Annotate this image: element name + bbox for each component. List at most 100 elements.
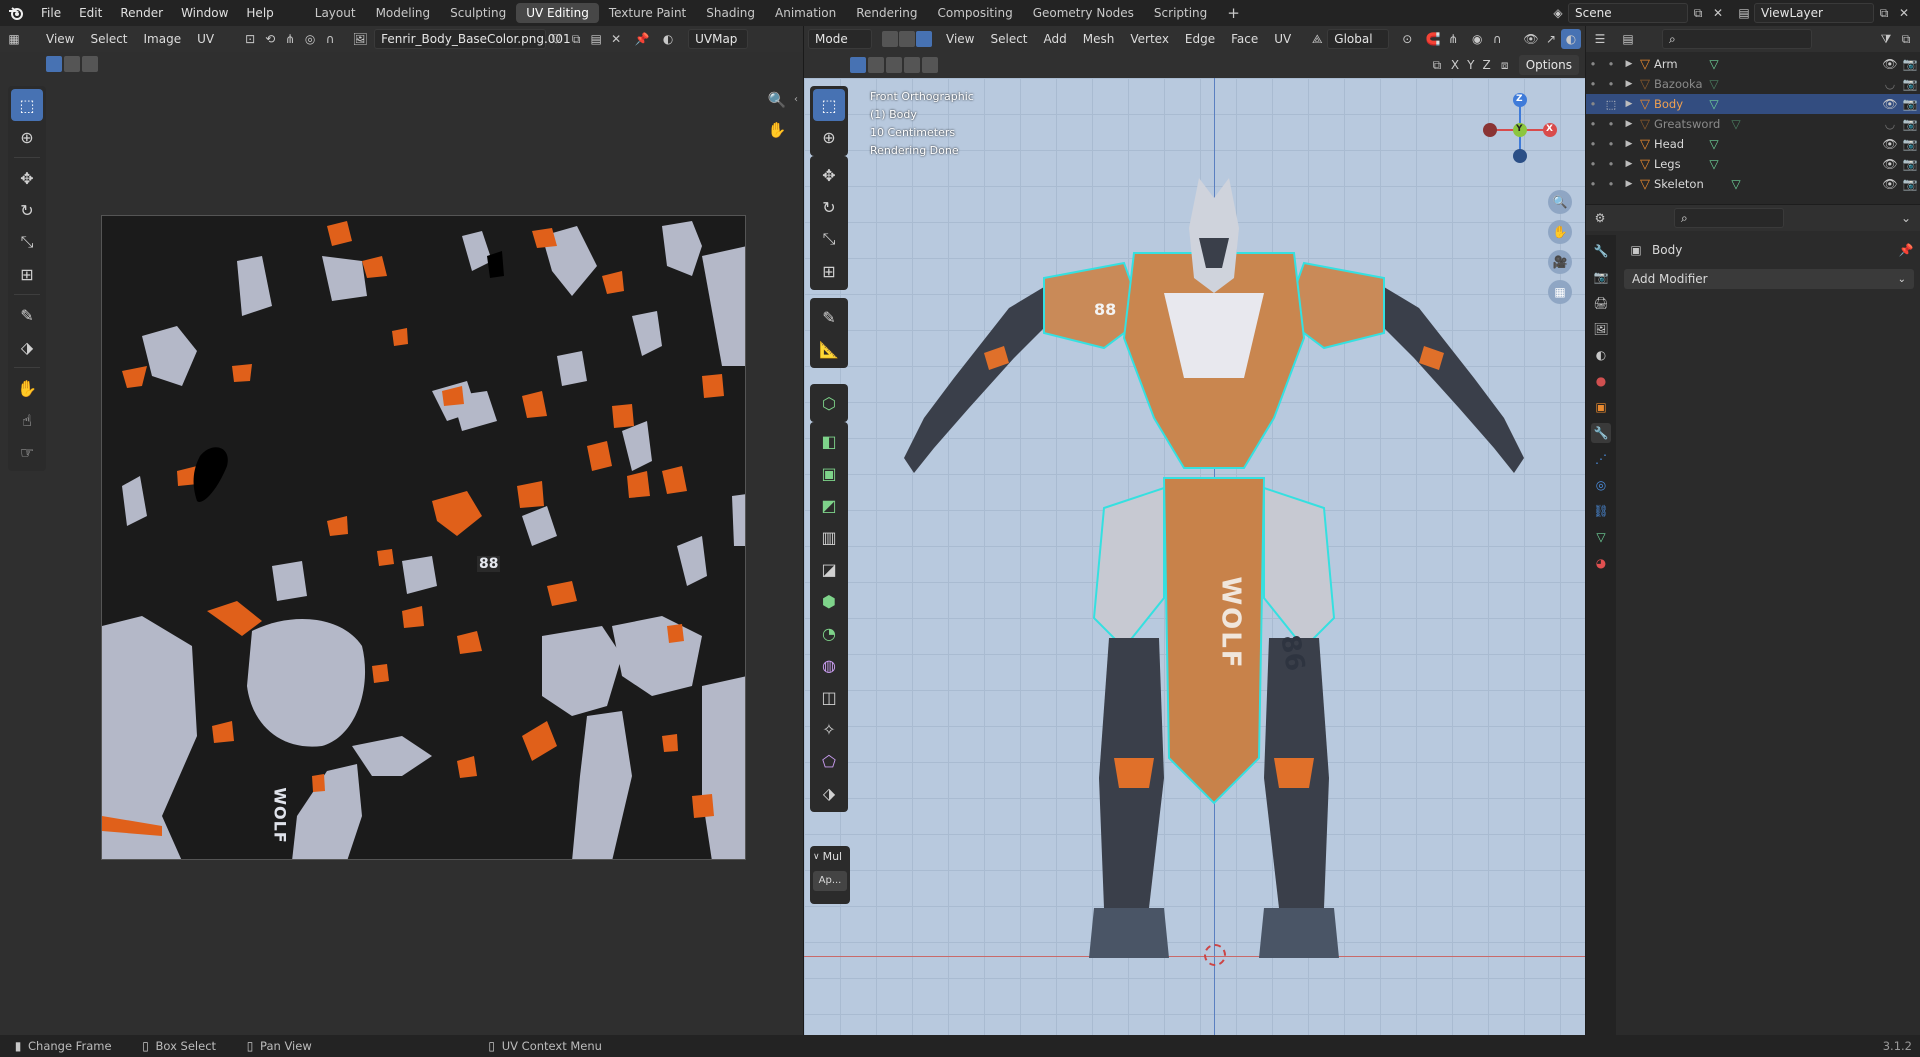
options-dropdown[interactable]: Options (1518, 55, 1579, 75)
tab-sculpting[interactable]: Sculpting (440, 3, 516, 23)
orientation-dropdown[interactable]: Global (1327, 29, 1390, 49)
render-camera-icon[interactable]: 📷 (1900, 54, 1920, 74)
mesh-data-icon[interactable]: ▽ (1706, 157, 1722, 171)
pinch-tool-icon[interactable]: ☞ (11, 436, 43, 468)
constraints-tab-icon[interactable]: ⛓ (1591, 501, 1611, 521)
scene-tab-icon[interactable]: ◐ (1591, 345, 1611, 365)
mesh-data-icon[interactable]: ▽ (1728, 177, 1744, 191)
properties-search[interactable]: ⌕ (1674, 208, 1784, 228)
vp-menu-edge[interactable]: Edge (1177, 26, 1223, 52)
3d-cursor-icon[interactable] (1204, 944, 1226, 966)
expand-icon[interactable]: ▶ (1622, 79, 1636, 89)
copy-scene-icon[interactable]: ⧉ (1688, 3, 1708, 23)
visibility-eye-icon[interactable]: 👁 (1880, 134, 1900, 154)
editor-type-icon[interactable]: ▦ (4, 29, 24, 49)
display-mode-icon[interactable]: ▤ (1618, 29, 1638, 49)
render-camera-icon[interactable]: 📷 (1900, 174, 1920, 194)
render-camera-icon[interactable]: 📷 (1900, 154, 1920, 174)
vp-menu-uv[interactable]: UV (1266, 26, 1299, 52)
blender-logo-icon[interactable] (6, 3, 26, 23)
tab-scripting[interactable]: Scripting (1144, 3, 1217, 23)
open-image-icon[interactable]: ▤ (586, 29, 606, 49)
visibility-eye-icon[interactable]: 👁 (1880, 154, 1900, 174)
vp-menu-face[interactable]: Face (1223, 26, 1266, 52)
edge-select-icon[interactable] (64, 56, 80, 72)
uv-menu-select[interactable]: Select (82, 26, 135, 52)
expand-icon[interactable]: ▶ (1622, 59, 1636, 69)
mesh-data-icon[interactable]: ▽ (1706, 57, 1722, 71)
vp-menu-vertex[interactable]: Vertex (1122, 26, 1177, 52)
tab-compositing[interactable]: Compositing (927, 3, 1022, 23)
transform-tool-icon[interactable]: ⊞ (11, 258, 43, 290)
sidebar-toggle-icon[interactable]: ‹ (794, 94, 798, 105)
overlay-icon[interactable]: ◐ (658, 29, 678, 49)
move-tool-icon[interactable]: ✥ (11, 162, 43, 194)
vp-menu-mesh[interactable]: Mesh (1075, 26, 1123, 52)
scene-icon[interactable]: ◈ (1548, 3, 1568, 23)
add-modifier-dropdown[interactable]: Add Modifier ⌄ (1624, 269, 1914, 289)
relax-tool-icon[interactable]: ☝ (11, 404, 43, 436)
outliner-row-legs[interactable]: • • ▶ ▽ Legs ▽ 👁 📷 (1586, 154, 1920, 174)
expand-icon[interactable]: ▶ (1622, 159, 1636, 169)
tab-shading[interactable]: Shading (696, 3, 765, 23)
physics-tab-icon[interactable]: ◎ (1591, 475, 1611, 495)
rip-tool-icon[interactable]: ⬗ (11, 331, 43, 363)
outliner-row-greatsword[interactable]: • • ▶ ▽ Greatsword ▽ ◡ 📷 (1586, 114, 1920, 134)
uv-menu-uv[interactable]: UV (189, 26, 222, 52)
expand-icon[interactable]: ▶ (1622, 99, 1636, 109)
image-browse-icon[interactable]: 🖼 (350, 29, 370, 49)
menu-edit[interactable]: Edit (70, 0, 111, 26)
axis-x-toggle[interactable]: X (1447, 58, 1463, 72)
render-camera-icon[interactable]: 📷 (1900, 134, 1920, 154)
outliner-row-skeleton[interactable]: • • ▶ ▽ Skeleton ▽ 👁 📷 (1586, 174, 1920, 194)
new-image-icon[interactable]: ⧉ (566, 29, 586, 49)
tab-uv-editing[interactable]: UV Editing (516, 3, 599, 23)
zoom-icon[interactable]: 🔍 (767, 90, 787, 110)
image-name-field[interactable]: Fenrir_Body_BaseColor.png.001 (374, 29, 571, 49)
modifier-tab-icon[interactable]: 🔧 (1591, 423, 1611, 443)
grab-tool-icon[interactable]: ✋ (11, 372, 43, 404)
object-tab-icon[interactable]: ▣ (1591, 397, 1611, 417)
menu-help[interactable]: Help (237, 0, 282, 26)
mesh-data-icon[interactable]: ▽ (1728, 117, 1744, 131)
proportional-edit-icon[interactable]: ◉ (1467, 29, 1487, 49)
mesh-data-icon[interactable]: ▽ (1706, 137, 1722, 151)
view-layer-icon[interactable]: ▤ (1734, 3, 1754, 23)
subtract-select-icon[interactable] (886, 57, 902, 73)
mesh-data-icon[interactable]: ▽ (1706, 77, 1722, 91)
axis-z-toggle[interactable]: Z (1478, 58, 1494, 72)
uv-sync-icon[interactable]: ⟲ (260, 29, 280, 49)
tab-layout[interactable]: Layout (305, 3, 366, 23)
hidden-eye-icon[interactable]: ◡ (1880, 74, 1900, 94)
face-select-icon[interactable] (82, 56, 98, 72)
set-select-icon[interactable] (850, 57, 866, 73)
menu-file[interactable]: File (32, 0, 70, 26)
snap-icon[interactable]: ⋔ (280, 29, 300, 49)
tab-modeling[interactable]: Modeling (366, 3, 441, 23)
options-chevron-icon[interactable]: ⌄ (1896, 208, 1916, 228)
visibility-eye-icon[interactable]: 👁 (1880, 54, 1900, 74)
face-mode-icon[interactable] (916, 31, 932, 47)
view-layer-tab-icon[interactable]: 🖼 (1591, 319, 1611, 339)
render-tab-icon[interactable]: 📷 (1591, 267, 1611, 287)
select-box-tool-icon[interactable]: ⬚ (11, 89, 43, 121)
outliner-row-body[interactable]: • ⬚ ▶ ▽ Body ▽ 👁 📷 (1586, 94, 1920, 114)
render-camera-icon[interactable]: 📷 (1900, 74, 1920, 94)
pin-icon[interactable]: 📌 (632, 29, 652, 49)
unlink-image-icon[interactable]: ✕ (606, 29, 626, 49)
hidden-eye-icon[interactable]: ◡ (1880, 114, 1900, 134)
vp-menu-view[interactable]: View (938, 26, 982, 52)
orientation-icon[interactable]: ⟁ (1307, 29, 1327, 49)
uv-menu-image[interactable]: Image (136, 26, 190, 52)
vp-menu-select[interactable]: Select (982, 26, 1035, 52)
view-layer-field[interactable]: ViewLayer (1754, 3, 1874, 23)
scene-field[interactable]: Scene (1568, 3, 1688, 23)
visibility-icon[interactable]: 👁 (1521, 29, 1541, 49)
uv-texture-image[interactable]: WOLF 88 (101, 215, 746, 860)
data-tab-icon[interactable]: ▽ (1591, 527, 1611, 547)
properties-editor-icon[interactable]: ⚙ (1590, 208, 1610, 228)
falloff-curve-icon[interactable]: ∩ (1487, 29, 1507, 49)
delete-scene-icon[interactable]: ✕ (1708, 3, 1728, 23)
tab-animation[interactable]: Animation (765, 3, 846, 23)
tab-rendering[interactable]: Rendering (846, 3, 927, 23)
